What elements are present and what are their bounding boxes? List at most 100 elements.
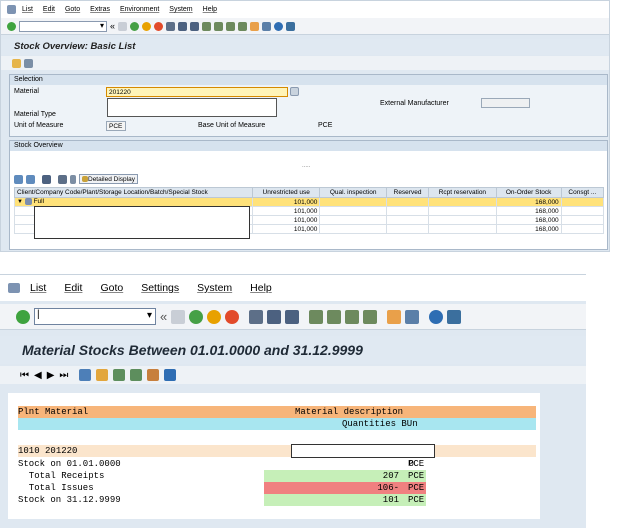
menu-help[interactable]: Help xyxy=(203,6,217,13)
cancel-icon[interactable] xyxy=(225,309,240,324)
menu-help[interactable]: Help xyxy=(250,282,272,294)
layout-icon[interactable] xyxy=(447,309,462,324)
menu-goto[interactable]: Goto xyxy=(100,282,123,294)
first-icon[interactable]: ⏮ xyxy=(20,370,29,381)
menu-list[interactable]: List xyxy=(30,282,46,294)
first-page-icon[interactable] xyxy=(309,309,324,324)
menu-list[interactable]: List xyxy=(22,6,33,13)
save-icon[interactable] xyxy=(118,21,128,31)
command-cursor: | xyxy=(37,309,40,320)
collapse-all-icon[interactable] xyxy=(26,174,35,184)
alv-toolbar: Detailed Display xyxy=(14,174,138,184)
help-icon[interactable] xyxy=(274,21,284,31)
menu-edit[interactable]: Edit xyxy=(64,282,82,294)
next-page-icon[interactable] xyxy=(345,309,360,324)
line-qty: 106- xyxy=(264,482,426,494)
line-unit: PCE xyxy=(408,471,425,481)
new-session-icon[interactable] xyxy=(387,309,402,324)
col-rcpt-reservation[interactable]: Rcpt reservation xyxy=(428,187,497,198)
col-hierarchy[interactable]: Client/Company Code/Plant/Storage Locati… xyxy=(14,187,253,198)
filter-icon[interactable] xyxy=(79,369,92,381)
cancel-icon[interactable] xyxy=(154,21,164,31)
new-session-icon[interactable] xyxy=(250,21,260,31)
first-page-icon[interactable] xyxy=(202,21,212,31)
standard-toolbar: | « xyxy=(0,304,586,330)
next-icon[interactable]: ▶ xyxy=(47,370,55,381)
next-page-icon[interactable] xyxy=(226,21,236,31)
exit-icon[interactable] xyxy=(142,21,152,31)
find-icon[interactable] xyxy=(267,309,282,324)
print-icon[interactable] xyxy=(58,174,67,184)
col-unrestricted[interactable]: Unrestricted use xyxy=(251,187,321,198)
copy-icon[interactable] xyxy=(96,369,109,381)
report-subheader-row: Quantities BUn xyxy=(18,418,536,430)
enter-check-icon[interactable] xyxy=(16,309,30,324)
find-icon[interactable] xyxy=(42,174,51,184)
line-unit: PCE xyxy=(408,459,425,469)
last-icon[interactable]: ⏭ xyxy=(59,370,68,381)
menu-extras[interactable]: Extras xyxy=(90,6,110,13)
menu-window-icon[interactable] xyxy=(8,283,20,293)
shortcut-icon[interactable] xyxy=(262,21,272,31)
execute-icon[interactable] xyxy=(12,58,21,68)
info-icon[interactable] xyxy=(164,369,177,381)
col-qual-inspection[interactable]: Qual. inspection xyxy=(319,187,387,198)
exit-icon[interactable] xyxy=(207,309,222,324)
material-row[interactable]: 1010 201220 xyxy=(18,445,536,457)
expand-arrow-icon[interactable]: ▼ xyxy=(17,200,23,206)
export-icon[interactable] xyxy=(147,369,160,381)
shortcut-icon[interactable] xyxy=(405,309,420,324)
material-label: Material xyxy=(14,88,39,95)
col-on-order[interactable]: On-Order Stock xyxy=(495,187,562,198)
prev-page-icon[interactable] xyxy=(327,309,342,324)
previous-icon[interactable]: ◀ xyxy=(34,370,42,381)
line-label: Total Issues xyxy=(18,483,94,493)
sort-ascending-icon[interactable] xyxy=(113,369,126,381)
find-next-icon[interactable] xyxy=(285,309,300,324)
detailed-display-button[interactable]: Detailed Display xyxy=(79,174,138,184)
last-page-icon[interactable] xyxy=(363,309,378,324)
back-icon[interactable] xyxy=(130,21,140,31)
sort-descending-icon[interactable] xyxy=(130,369,143,381)
page-title: Stock Overview: Basic List xyxy=(1,39,609,55)
collapse-icon[interactable]: « xyxy=(110,21,115,31)
material-stocks-window: List Edit Goto Settings System Help | « … xyxy=(0,274,586,528)
menu-window-icon[interactable] xyxy=(7,5,16,14)
material-field[interactable]: 201220 xyxy=(106,87,288,97)
base-uom-value: PCE xyxy=(318,122,333,129)
line-label: Stock on 31.12.9999 xyxy=(18,495,121,505)
menu-environment[interactable]: Environment xyxy=(120,6,159,13)
unrestricted-cell: 101,000 xyxy=(251,197,321,207)
header-quantities: Quantities BUn xyxy=(342,419,418,429)
ext-manufacturer-field[interactable] xyxy=(481,98,530,108)
menu-goto[interactable]: Goto xyxy=(65,6,80,13)
find-icon[interactable] xyxy=(178,21,188,31)
refresh-icon[interactable] xyxy=(24,58,33,68)
menu-edit[interactable]: Edit xyxy=(43,6,55,13)
command-field[interactable]: | xyxy=(34,308,156,325)
help-icon[interactable] xyxy=(429,309,444,324)
last-page-icon[interactable] xyxy=(238,21,248,31)
menu-settings[interactable]: Settings xyxy=(141,282,179,294)
print-icon[interactable] xyxy=(166,21,176,31)
save-icon[interactable] xyxy=(171,309,186,324)
prev-page-icon[interactable] xyxy=(214,21,224,31)
menu-bar: List Edit Goto Settings System Help xyxy=(0,275,586,301)
material-search-help-icon[interactable] xyxy=(290,87,299,96)
layout-icon[interactable] xyxy=(286,21,296,31)
find-next-icon[interactable] xyxy=(190,21,200,31)
uom-field[interactable]: PCE xyxy=(106,121,126,131)
splitter-dots: ..... xyxy=(302,163,311,169)
back-icon[interactable] xyxy=(189,309,204,324)
collapse-icon[interactable]: « xyxy=(160,309,167,324)
menu-system[interactable]: System xyxy=(197,282,232,294)
col-reserved[interactable]: Reserved xyxy=(385,187,430,198)
expand-icon[interactable] xyxy=(14,174,23,184)
print-options-icon[interactable] xyxy=(70,174,76,184)
col-consignment[interactable]: Consgt ... xyxy=(560,187,605,198)
enter-check-icon[interactable] xyxy=(7,21,16,31)
print-icon[interactable] xyxy=(249,309,264,324)
report-header-row: Plnt Material Material description xyxy=(18,406,536,418)
menu-system[interactable]: System xyxy=(169,6,192,13)
command-field[interactable] xyxy=(19,20,107,32)
